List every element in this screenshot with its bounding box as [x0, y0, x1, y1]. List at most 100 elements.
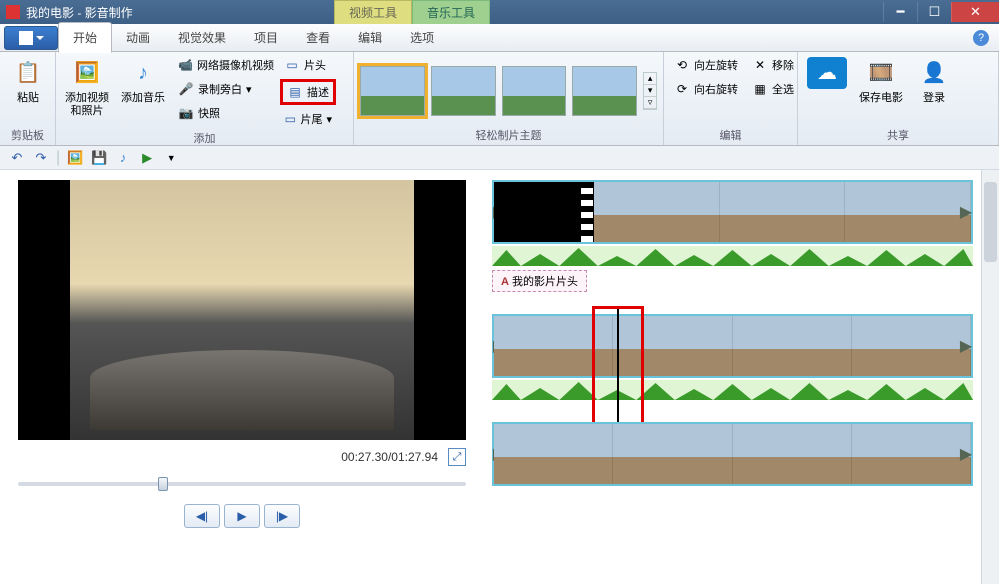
clip-strip-2[interactable]: ▶ ▶ [492, 314, 973, 378]
user-icon: 👤 [918, 57, 950, 89]
title-icon: ▭ [284, 57, 300, 73]
group-label-themes: 轻松制片主题 [360, 126, 657, 143]
tab-project[interactable]: 项目 [240, 23, 292, 52]
help-icon[interactable]: ? [973, 30, 989, 46]
prev-frame-button[interactable]: ◀| [184, 504, 220, 528]
video-segment-3c[interactable] [733, 424, 852, 484]
workspace: 00:27.30/01:27.94 ⤢ ◀| ▶ |▶ ▶ ▶ A 我的影片 [0, 170, 999, 584]
slider-thumb[interactable] [158, 477, 168, 491]
close-button[interactable]: ✕ [951, 2, 999, 22]
qa-photo-icon[interactable]: 🖼️ [66, 149, 84, 167]
tab-animation[interactable]: 动画 [112, 23, 164, 52]
paste-button[interactable]: 📋 粘贴 [6, 55, 50, 126]
theme-thumb-2[interactable] [431, 66, 496, 116]
clip-strip-1[interactable]: ▶ ▶ [492, 180, 973, 244]
fullscreen-button[interactable]: ⤢ [448, 448, 466, 466]
qa-dropdown[interactable]: ▼ [162, 149, 180, 167]
rotate-right-button[interactable]: ⟳向右旋转 [670, 79, 742, 99]
qa-save-icon[interactable]: 💾 [90, 149, 108, 167]
video-segment-2c[interactable] [733, 316, 852, 376]
timeline-pane[interactable]: ▶ ▶ A 我的影片片头 ▶ ▶ [484, 170, 999, 584]
context-tab-audio-tools[interactable]: 音乐工具 [412, 0, 490, 25]
video-segment-3b[interactable] [613, 424, 732, 484]
playhead-line[interactable] [617, 308, 619, 424]
onedrive-button[interactable]: ☁ [804, 55, 850, 126]
save-movie-icon: 🎞️ [865, 57, 897, 89]
time-display: 00:27.30/01:27.94 [341, 450, 438, 464]
add-video-label: 添加视频 和照片 [65, 92, 109, 118]
rotate-left-button[interactable]: ⟲向左旋转 [670, 55, 742, 75]
select-all-button[interactable]: ▦全选 [748, 79, 798, 99]
tab-options[interactable]: 选项 [396, 23, 448, 52]
video-segment-2d[interactable] [852, 316, 971, 376]
add-music-button[interactable]: ♪ 添加音乐 [118, 55, 168, 129]
audio-track-2[interactable] [492, 380, 973, 400]
clip-row-2: ▶ ▶ [492, 314, 973, 400]
dropdown-arrow-icon [36, 36, 44, 40]
remove-button[interactable]: ✕移除 [748, 55, 798, 75]
clip-row-3: ▶ ▶ [492, 422, 973, 486]
group-label-clipboard: 剪贴板 [6, 126, 49, 143]
photo-icon: 🖼️ [71, 57, 103, 89]
signin-label: 登录 [923, 92, 945, 105]
play-button[interactable]: ▶ [224, 504, 260, 528]
credits-button[interactable]: ▭片尾 ▾ [280, 109, 336, 129]
caption-tag[interactable]: A 我的影片片头 [492, 270, 587, 292]
preview-image [70, 180, 414, 440]
video-segment-2b[interactable] [613, 316, 732, 376]
webcam-icon: 📹 [178, 57, 193, 73]
signin-button[interactable]: 👤 登录 [912, 55, 956, 126]
caption-button[interactable]: ▤描述 [280, 79, 336, 105]
theme-thumb-4[interactable] [572, 66, 637, 116]
camera-icon: 📷 [178, 105, 194, 121]
save-movie-button[interactable]: 🎞️ 保存电影 [856, 55, 906, 126]
clip-trim-right-3[interactable]: ▶ [959, 424, 973, 484]
tab-visual-effects[interactable]: 视觉效果 [164, 23, 240, 52]
minimize-button[interactable]: ━ [883, 2, 917, 22]
theme-thumb-3[interactable] [502, 66, 567, 116]
context-tab-video-tools[interactable]: 视频工具 [334, 0, 412, 25]
qa-play-icon[interactable]: ▶ [138, 149, 156, 167]
group-label-add: 添加 [62, 129, 347, 146]
video-segment-3a[interactable] [494, 424, 613, 484]
music-note-icon: ♪ [127, 57, 159, 89]
ribbon: 📋 粘贴 剪贴板 🖼️ 添加视频 和照片 ♪ 添加音乐 📹网络摄像机视频 🎤录制… [0, 52, 999, 146]
audio-track-1[interactable] [492, 246, 973, 266]
video-segment-3d[interactable] [852, 424, 971, 484]
theme-thumb-1[interactable] [360, 66, 425, 116]
clip-trim-right-2[interactable]: ▶ [959, 316, 973, 376]
tab-edit[interactable]: 编辑 [344, 23, 396, 52]
seek-slider[interactable] [18, 478, 466, 490]
qa-music-icon[interactable]: ♪ [114, 149, 132, 167]
theme-scroll[interactable]: ▴▾▿ [643, 72, 657, 110]
group-label-edit: 编辑 [670, 126, 791, 143]
add-video-photo-button[interactable]: 🖼️ 添加视频 和照片 [62, 55, 112, 129]
maximize-button[interactable]: ☐ [917, 2, 951, 22]
title-clip-button[interactable]: ▭片头 [280, 55, 336, 75]
tab-home[interactable]: 开始 [58, 22, 112, 53]
video-segment-1b[interactable] [720, 182, 846, 242]
file-icon [19, 31, 33, 45]
video-segment-1a[interactable] [594, 182, 720, 242]
tabstrip: 开始 动画 视觉效果 项目 查看 编辑 选项 ? [0, 24, 999, 52]
undo-button[interactable]: ↶ [8, 149, 26, 167]
video-segment-1c[interactable] [845, 182, 971, 242]
caption-icon: ▤ [287, 84, 303, 100]
tab-view[interactable]: 查看 [292, 23, 344, 52]
narration-button[interactable]: 🎤录制旁白 ▾ [174, 79, 274, 99]
preview-frame[interactable] [18, 180, 466, 440]
vertical-scrollbar[interactable] [981, 170, 999, 584]
snapshot-button[interactable]: 📷快照 [174, 103, 274, 123]
webcam-button[interactable]: 📹网络摄像机视频 [174, 55, 274, 75]
rotate-right-icon: ⟳ [674, 81, 690, 97]
window-title: 我的电影 - 影音制作 [26, 4, 133, 21]
clip-strip-3[interactable]: ▶ ▶ [492, 422, 973, 486]
file-menu-button[interactable] [4, 26, 58, 50]
selectall-icon: ▦ [752, 81, 768, 97]
title-segment[interactable] [494, 182, 594, 242]
app-icon [6, 5, 20, 19]
redo-button[interactable]: ↷ [32, 149, 50, 167]
video-segment-2a[interactable] [494, 316, 613, 376]
next-frame-button[interactable]: |▶ [264, 504, 300, 528]
clip-trim-right[interactable]: ▶ [959, 182, 973, 242]
